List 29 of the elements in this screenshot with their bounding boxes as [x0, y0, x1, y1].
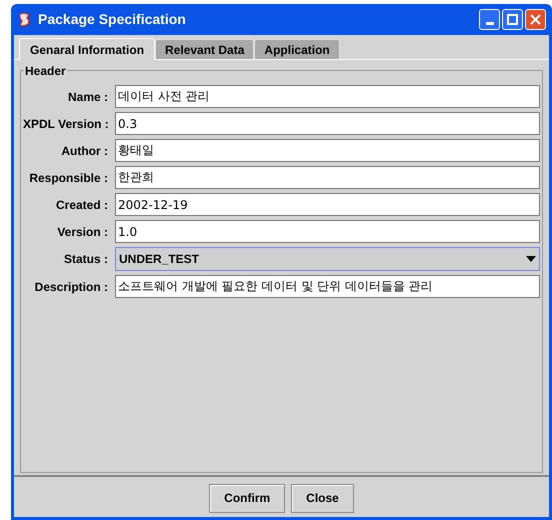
field-label: Description : [34, 278, 108, 296]
field-label: XPDL Version : [23, 116, 108, 132]
status-dropdown[interactable]: UNDER_TEST [115, 247, 540, 271]
text-field[interactable]: 황태일 [115, 139, 540, 162]
tab[interactable]: Relevant Data [155, 39, 254, 59]
field-label: Responsible : [28, 170, 108, 186]
field-label: Author : [60, 142, 108, 160]
field-label: Created : [54, 196, 108, 214]
maximize-icon [507, 14, 518, 25]
tab[interactable]: Application [254, 39, 340, 59]
dialog-button[interactable]: Confirm [209, 484, 286, 512]
dropdown-arrow-icon [526, 256, 536, 262]
text-field[interactable]: 소프트웨어 개발에 필요한 데이터 및 단위 데이터들을 관리 [115, 275, 540, 298]
field-label: Version : [56, 224, 108, 240]
text-field[interactable]: 한관희 [115, 166, 540, 189]
maximize-button[interactable] [502, 9, 523, 30]
field-label: Name : [66, 88, 108, 106]
text-field[interactable]: 1.0 [115, 220, 540, 243]
text-field[interactable]: 0.3 [115, 112, 540, 135]
minimize-button[interactable] [479, 9, 500, 30]
tab[interactable]: Genaral Information [19, 38, 156, 60]
close-button[interactable] [525, 9, 546, 30]
field-label: Status : [62, 251, 108, 268]
window-title: Package Specification [38, 10, 187, 29]
minimize-icon [486, 22, 494, 25]
text-field[interactable]: 데이터 사전 관리 [115, 85, 540, 108]
close-icon [530, 14, 541, 25]
text-field[interactable]: 2002-12-19 [115, 193, 540, 216]
dialog-button[interactable]: Close [291, 484, 354, 512]
